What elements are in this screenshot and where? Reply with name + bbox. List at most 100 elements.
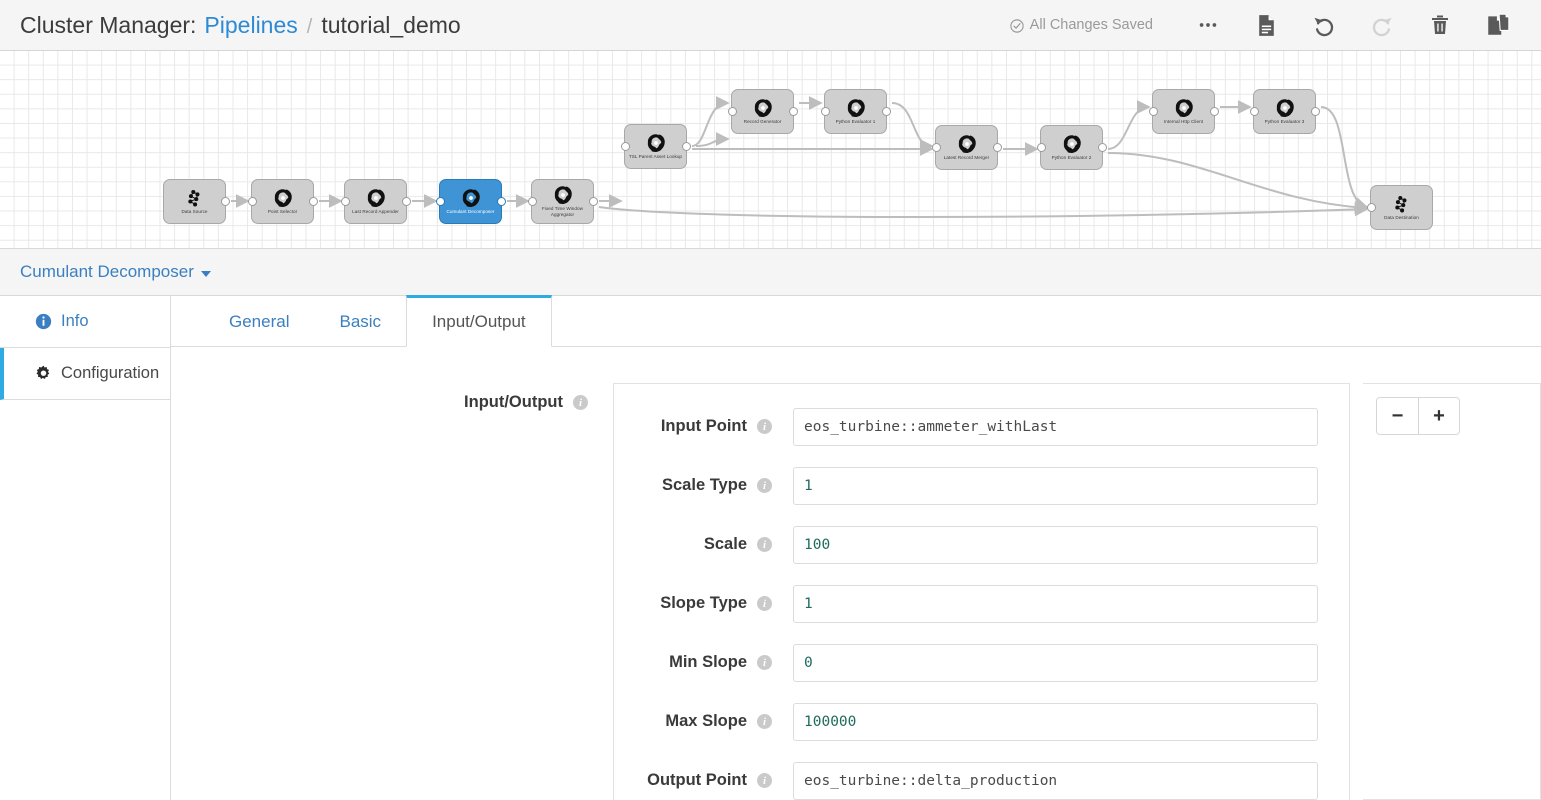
pipeline-node-cumulant-decomposer[interactable]: Cumulant Decomposer <box>435 179 506 224</box>
node-label: Data Destination <box>1384 215 1419 221</box>
nav-item-label: Configuration <box>61 364 160 382</box>
field-label-scale-type: Scale Type i <box>614 476 772 495</box>
node-output-port[interactable] <box>496 197 506 206</box>
tab-input-output[interactable]: Input/Output <box>406 295 552 347</box>
node-input-port[interactable] <box>340 197 350 206</box>
info-icon-scale[interactable]: i <box>757 537 772 552</box>
info-icon-min-slope[interactable]: i <box>757 655 772 670</box>
tab-basic[interactable]: Basic <box>314 298 406 346</box>
field-input-min-slope[interactable] <box>793 643 1318 682</box>
duplicate-icon[interactable] <box>1469 0 1527 51</box>
pipeline-node-point-selector[interactable]: Point Selector <box>247 179 318 224</box>
node-input-port[interactable] <box>620 142 630 151</box>
selected-node-dropdown[interactable]: Cumulant Decomposer <box>20 262 211 282</box>
node-output-port[interactable] <box>308 197 318 206</box>
node-output-port[interactable] <box>681 142 691 151</box>
breadcrumb: Cluster Manager: Pipelines / tutorial_de… <box>0 12 461 39</box>
remove-row-button[interactable]: − <box>1377 398 1418 434</box>
node-input-port[interactable] <box>820 107 830 116</box>
check-circle-icon <box>1009 19 1024 33</box>
pipeline-node-last-record-appender[interactable]: Last Record Appender <box>340 179 411 224</box>
node-input-port[interactable] <box>727 107 737 116</box>
processor-swirl-icon <box>1276 99 1294 118</box>
info-icon-output-point[interactable]: i <box>757 773 772 788</box>
undo-icon[interactable] <box>1295 0 1353 51</box>
node-input-port[interactable] <box>247 197 257 206</box>
pipeline-node-data-destination[interactable]: Data Destination <box>1366 185 1433 230</box>
node-output-port[interactable] <box>401 197 411 206</box>
selected-node-label: Cumulant Decomposer <box>20 262 194 281</box>
field-label-text: Scale <box>703 535 747 553</box>
field-input-max-slope[interactable] <box>793 702 1318 741</box>
pipeline-node-latest-record-merger[interactable]: Latest Record Merger <box>931 125 1002 170</box>
processor-swirl-icon <box>847 99 865 118</box>
nav-item-label: Info <box>61 312 89 330</box>
app-title: Cluster Manager: <box>20 11 197 38</box>
processor-swirl-icon <box>647 134 665 153</box>
node-output-port[interactable] <box>1097 143 1107 152</box>
field-input-input-point[interactable] <box>793 407 1318 446</box>
node-input-port[interactable] <box>435 197 445 206</box>
node-output-port[interactable] <box>1310 107 1320 116</box>
pipeline-node-python-evaluator-3[interactable]: Python Evaluator 3 <box>1249 89 1320 134</box>
node-input-port[interactable] <box>1036 143 1046 152</box>
breadcrumb-link-pipelines[interactable]: Pipelines <box>204 12 297 39</box>
document-icon[interactable] <box>1237 0 1295 51</box>
node-icon-swirl <box>753 98 773 118</box>
field-input-scale[interactable] <box>793 525 1318 564</box>
processor-swirl-icon <box>554 186 572 205</box>
left-nav: Info Configuration <box>0 296 171 800</box>
selected-node-bar: Cumulant Decomposer <box>0 248 1541 296</box>
info-icon-scale-type[interactable]: i <box>757 478 772 493</box>
field-input-slope-type[interactable] <box>793 584 1318 623</box>
pipeline-node-fixed-time-window[interactable]: Fixed Time Window Aggregator <box>527 179 598 224</box>
pipeline-node-data-source[interactable]: Data Source <box>163 179 230 224</box>
pipeline-node-record-generator[interactable]: Record Generator <box>727 89 798 134</box>
pipeline-node-python-evaluator-1[interactable]: Python Evaluator 1 <box>820 89 891 134</box>
trash-icon[interactable] <box>1411 0 1469 51</box>
node-output-port[interactable] <box>588 197 598 206</box>
nav-item-configuration[interactable]: Configuration <box>0 348 171 400</box>
node-icon-swirl <box>366 188 386 208</box>
node-output-port[interactable] <box>788 107 798 116</box>
node-input-port[interactable] <box>1366 203 1376 212</box>
redo-icon[interactable] <box>1353 0 1411 51</box>
node-output-port[interactable] <box>992 143 1002 152</box>
section-title: Input/Output i <box>448 393 588 412</box>
chevron-down-icon <box>200 271 211 277</box>
info-icon-section[interactable]: i <box>573 395 588 410</box>
breadcrumb-current-pipeline: tutorial_demo <box>321 11 461 38</box>
pipeline-canvas[interactable]: Data Source Point Selector Last Record App… <box>0 51 1541 248</box>
pipeline-node-internal-http-client[interactable]: Internal Http Client <box>1148 89 1219 134</box>
save-status: All Changes Saved <box>1009 17 1153 33</box>
info-icon-input-point[interactable]: i <box>757 419 772 434</box>
node-icon-swirl <box>646 133 666 153</box>
tab-general[interactable]: General <box>204 298 314 346</box>
add-row-button[interactable]: + <box>1418 398 1459 434</box>
node-input-port[interactable] <box>931 143 941 152</box>
processor-swirl-icon <box>367 189 385 208</box>
info-icon-slope-type[interactable]: i <box>757 596 772 611</box>
node-label: Cumulant Decomposer <box>446 209 495 215</box>
node-output-port[interactable] <box>881 107 891 116</box>
tab-strip: General Basic Input/Output <box>171 295 1541 347</box>
info-icon-max-slope[interactable]: i <box>757 714 772 729</box>
node-output-port[interactable] <box>1209 107 1219 116</box>
node-input-port[interactable] <box>527 197 537 206</box>
field-input-output-point[interactable] <box>793 761 1318 800</box>
field-label-text: Max Slope <box>665 712 747 730</box>
more-options-icon[interactable] <box>1179 0 1237 51</box>
nav-item-info[interactable]: Info <box>0 296 171 348</box>
pipeline-node-tsl-parent-lookup[interactable]: TSL Parent Asset Lookup <box>620 124 691 169</box>
field-row: Min Slope i <box>614 633 1349 692</box>
node-input-port[interactable] <box>1249 107 1259 116</box>
field-input-scale-type[interactable] <box>793 466 1318 505</box>
node-input-port[interactable] <box>1148 107 1158 116</box>
field-label-text: Slope Type <box>660 594 747 612</box>
node-icon-swirl <box>273 188 293 208</box>
pipeline-node-python-evaluator-2[interactable]: Python Evaluator 2 <box>1036 125 1107 170</box>
node-output-port[interactable] <box>220 197 230 206</box>
node-label: Record Generator <box>743 119 782 125</box>
field-label-text: Scale Type <box>662 476 747 494</box>
save-status-label: All Changes Saved <box>1029 17 1153 33</box>
